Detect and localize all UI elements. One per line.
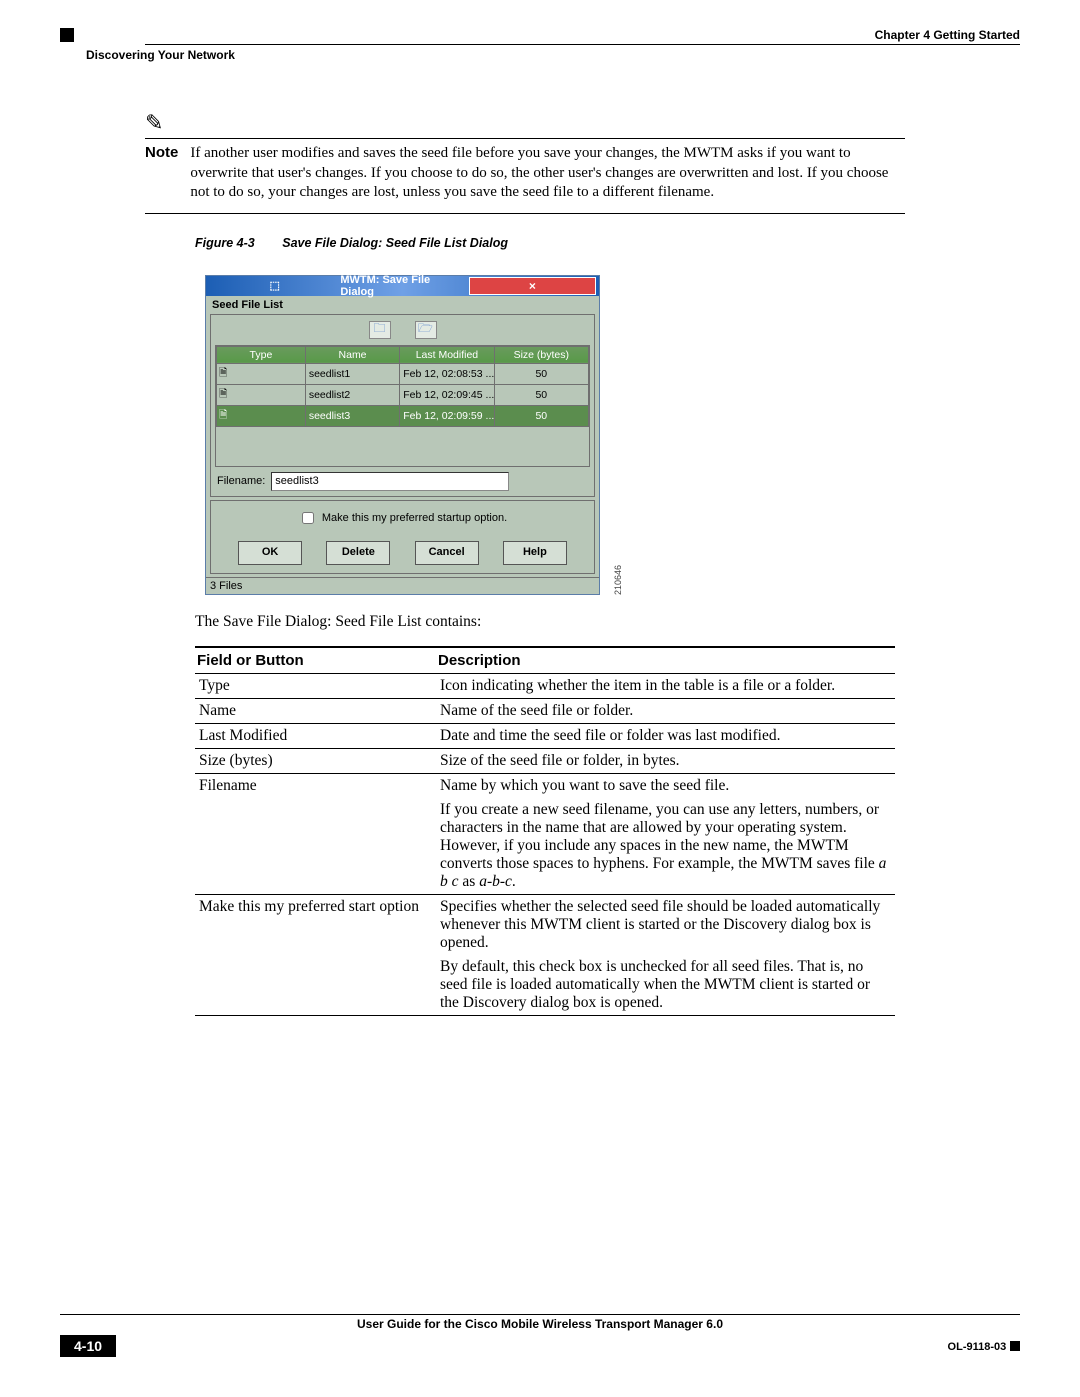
header-rule <box>145 44 1020 45</box>
figure-number: Figure 4-3 <box>195 236 255 250</box>
col-size[interactable]: Size (bytes) <box>494 346 588 363</box>
ok-button[interactable]: OK <box>238 541 302 565</box>
field-cell: Name <box>195 698 436 723</box>
header-chapter: Chapter 4 Getting Started <box>875 28 1020 42</box>
col-type[interactable]: Type <box>217 346 306 363</box>
th-field: Field or Button <box>195 647 436 674</box>
close-icon[interactable]: × <box>469 277 596 295</box>
figure-caption: Figure 4-3 Save File Dialog: Seed File L… <box>195 236 905 250</box>
delete-button[interactable]: Delete <box>326 541 390 565</box>
th-desc: Description <box>436 647 895 674</box>
desc-cell: Name of the seed file or folder. <box>436 698 895 723</box>
desc-cell: By default, this check box is unchecked … <box>436 955 895 1016</box>
filename-input[interactable] <box>271 472 509 491</box>
status-bar: 3 Files <box>206 577 599 594</box>
field-cell: Type <box>195 673 436 698</box>
figure-title: Save File Dialog: Seed File List Dialog <box>282 236 508 250</box>
app-icon: ⬚ <box>212 279 337 293</box>
preferred-startup-checkbox[interactable] <box>302 512 314 524</box>
toolbar: 🗀 🗁 <box>211 317 594 343</box>
col-lastmod[interactable]: Last Modified <box>400 346 494 363</box>
col-name[interactable]: Name <box>305 346 399 363</box>
note-text: If another user modifies and saves the s… <box>190 144 905 203</box>
desc-cell: Date and time the seed file or folder wa… <box>436 723 895 748</box>
table-row[interactable]: 🗎 seedlist1 Feb 12, 02:08:53 ... 50 <box>217 363 589 384</box>
desc-cell: Specifies whether the selected seed file… <box>436 894 895 955</box>
note-label: Note <box>145 144 178 203</box>
field-cell: Filename <box>195 773 436 894</box>
file-icon: 🗎 <box>219 388 227 400</box>
dialog-subtitle: Seed File List <box>212 299 595 311</box>
description-table: Field or Button Description Type Icon in… <box>195 646 895 1016</box>
header-section: Discovering Your Network <box>86 48 235 62</box>
preferred-startup-label: Make this my preferred startup option. <box>322 512 507 524</box>
intro-sentence: The Save File Dialog: Seed File List con… <box>195 613 905 631</box>
field-cell: Size (bytes) <box>195 748 436 773</box>
file-grid[interactable]: Type Name Last Modified Size (bytes) 🗎 s… <box>215 345 590 467</box>
image-id: 210646 <box>613 564 623 594</box>
file-icon: 🗎 <box>219 409 227 421</box>
note-block: ✎ Note If another user modifies and save… <box>145 110 905 214</box>
dialog-title: MWTM: Save File Dialog <box>340 274 465 298</box>
table-row-selected[interactable]: 🗎 seedlist3 Feb 12, 02:09:59 ... 50 <box>217 405 589 426</box>
field-cell: Last Modified <box>195 723 436 748</box>
desc-cell: Size of the seed file or folder, in byte… <box>436 748 895 773</box>
field-cell: Make this my preferred start option <box>195 894 436 1015</box>
folder-up-icon[interactable]: 🗀 <box>369 321 391 339</box>
page: Chapter 4 Getting Started Discovering Yo… <box>0 0 1080 1397</box>
desc-cell: Name by which you want to save the seed … <box>436 773 895 798</box>
page-number: 4-10 <box>60 1335 116 1357</box>
desc-cell: If you create a new seed filename, you c… <box>436 798 895 895</box>
footer: User Guide for the Cisco Mobile Wireless… <box>60 1314 1020 1357</box>
desc-cell: Icon indicating whether the item in the … <box>436 673 895 698</box>
doc-number: OL-9118-03 <box>948 1341 1007 1353</box>
file-icon: 🗎 <box>219 367 227 379</box>
help-button[interactable]: Help <box>503 541 567 565</box>
footer-decor-square <box>1010 1341 1020 1351</box>
cancel-button[interactable]: Cancel <box>415 541 479 565</box>
filename-label: Filename: <box>217 475 265 487</box>
dialog-screenshot: ⬚ MWTM: Save File Dialog × Seed File Lis… <box>205 275 905 595</box>
table-row[interactable]: 🗎 seedlist2 Feb 12, 02:09:45 ... 50 <box>217 384 589 405</box>
dialog-titlebar: ⬚ MWTM: Save File Dialog × <box>206 276 599 296</box>
header-decor-square <box>60 28 74 42</box>
footer-title: User Guide for the Cisco Mobile Wireless… <box>60 1317 1020 1331</box>
pencil-icon: ✎ <box>145 110 905 139</box>
folder-open-icon[interactable]: 🗁 <box>415 321 437 339</box>
